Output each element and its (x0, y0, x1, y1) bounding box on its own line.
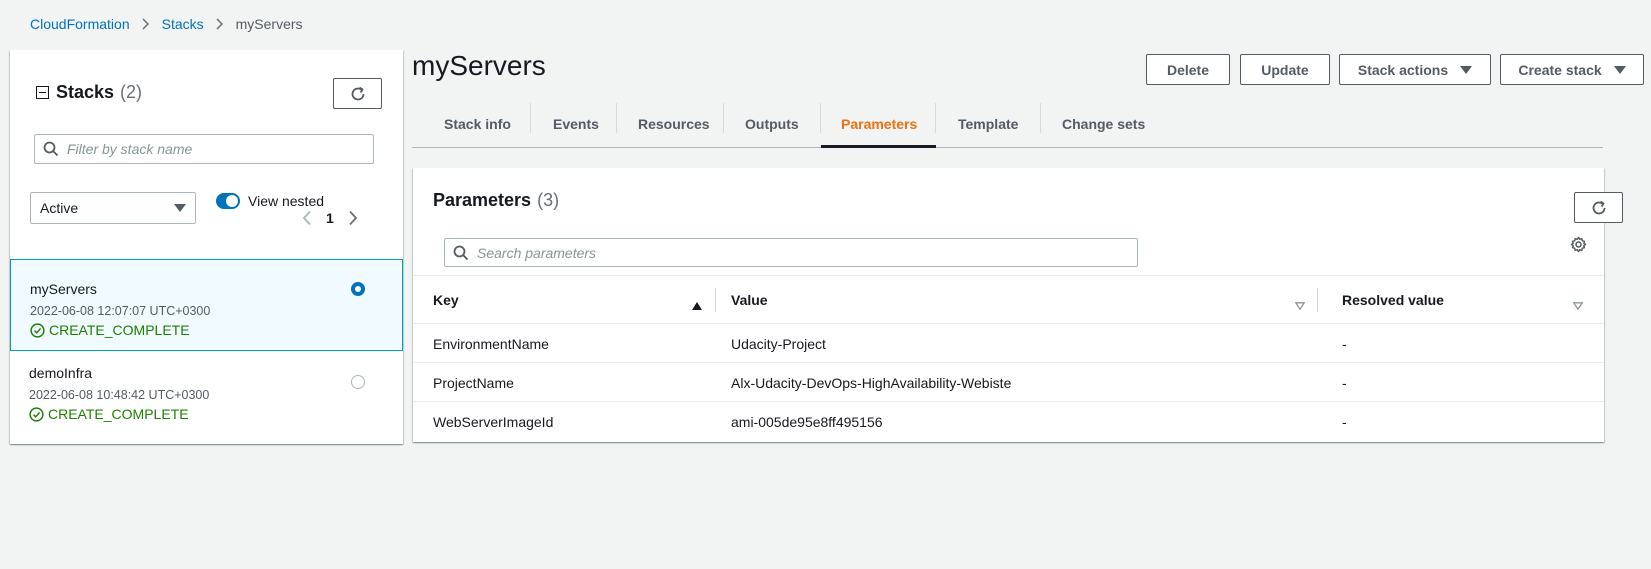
refresh-parameters-button[interactable] (1574, 192, 1623, 223)
stack-item-demoinfra[interactable]: demoInfra 2022-06-08 10:48:42 UTC+0300 C… (10, 351, 403, 443)
stacks-header: Stacks (2) (36, 82, 142, 103)
view-nested-toggle-group: View nested (216, 193, 324, 209)
search-icon (453, 245, 469, 260)
caret-down-icon (174, 204, 186, 212)
breadcrumb-stacks-link[interactable]: Stacks (162, 16, 204, 32)
chevron-right-icon (216, 18, 224, 30)
tab-events[interactable]: Events (553, 100, 599, 148)
stack-actions-button[interactable]: Stack actions (1339, 54, 1491, 85)
param-value: ami-005de95e8ff495156 (731, 413, 883, 430)
param-resolved-value: - (1342, 374, 1347, 391)
tab-divider (723, 103, 724, 133)
stack-status: CREATE_COMPLETE (29, 406, 189, 422)
success-check-icon (30, 322, 45, 338)
success-check-icon (29, 406, 44, 422)
refresh-icon (1592, 200, 1605, 214)
stacks-title: Stacks (56, 82, 115, 102)
sort-icon[interactable] (1572, 297, 1584, 313)
stack-radio-selected[interactable] (351, 282, 365, 296)
stack-actions-label: Stack actions (1357, 61, 1449, 78)
parameters-header: Parameters (3) (433, 188, 559, 212)
chevron-right-icon (142, 18, 150, 30)
column-header-resolved-value[interactable]: Resolved value (1342, 276, 1444, 324)
param-key: EnvironmentName (433, 335, 549, 352)
pagination: 1 (302, 208, 358, 228)
parameters-search-field[interactable] (444, 238, 1138, 267)
create-stack-label: Create stack (1518, 61, 1602, 78)
caret-down-icon (1613, 65, 1626, 74)
search-icon (43, 141, 59, 157)
tab-resources[interactable]: Resources (638, 100, 710, 148)
gear-icon[interactable] (1570, 236, 1587, 256)
collapse-icon[interactable] (36, 86, 49, 99)
tab-outputs[interactable]: Outputs (745, 100, 799, 148)
stack-status-text: CREATE_COMPLETE (49, 322, 190, 338)
stack-name[interactable]: demoInfra (29, 365, 92, 381)
param-key: WebServerImageId (433, 413, 554, 430)
page-title: myServers (412, 50, 546, 81)
previous-page-icon[interactable] (302, 210, 312, 226)
param-value: Alx-Udacity-DevOps-HighAvailability-Webi… (731, 374, 1012, 391)
breadcrumb-cloudformation-link[interactable]: CloudFormation (30, 16, 130, 32)
refresh-icon (351, 86, 364, 100)
tab-change-sets[interactable]: Change sets (1062, 100, 1145, 148)
stack-date: 2022-06-08 10:48:42 UTC+0300 (29, 388, 210, 402)
page-number[interactable]: 1 (326, 210, 334, 226)
parameters-title: Parameters (433, 189, 532, 210)
tab-divider (935, 103, 936, 133)
column-header-value[interactable]: Value (731, 276, 768, 324)
table-row: WebServerImageId ami-005de95e8ff495156 - (413, 402, 1604, 441)
caret-down-icon (1460, 65, 1473, 74)
update-button[interactable]: Update (1240, 54, 1330, 85)
stack-status: CREATE_COMPLETE (30, 322, 190, 338)
stacks-panel: Stacks (2) Active View nested 1 myServer… (10, 50, 403, 444)
param-value: Udacity-Project (731, 335, 826, 352)
delete-button[interactable]: Delete (1146, 54, 1230, 85)
parameters-panel: Parameters (3) Key Value (413, 168, 1623, 442)
tab-parameters[interactable]: Parameters (841, 100, 917, 148)
status-filter-value: Active (40, 200, 79, 216)
stack-name[interactable]: myServers (30, 281, 97, 297)
sort-icon[interactable] (1294, 297, 1306, 313)
tab-divider (616, 103, 617, 133)
next-page-icon[interactable] (348, 210, 358, 226)
view-nested-toggle[interactable] (216, 193, 240, 209)
refresh-stacks-button[interactable] (333, 78, 382, 109)
parameters-count: (3) (537, 189, 560, 210)
column-header-key[interactable]: Key (433, 276, 459, 324)
param-resolved-value: - (1342, 413, 1347, 430)
stack-filter-field[interactable] (34, 134, 374, 164)
table-row: ProjectName Alx-Udacity-DevOps-HighAvail… (413, 363, 1604, 402)
stack-date: 2022-06-08 12:07:07 UTC+0300 (30, 304, 211, 318)
table-header: Key Value Resolved value (413, 275, 1604, 324)
create-stack-button[interactable]: Create stack (1500, 54, 1644, 85)
stack-tabs: Stack info Events Resources Outputs Para… (412, 100, 1603, 148)
param-key: ProjectName (433, 374, 514, 391)
stack-filter-input[interactable] (67, 141, 364, 157)
stack-status-text: CREATE_COMPLETE (48, 406, 189, 422)
parameters-table: Key Value Resolved value EnvironmentName… (413, 275, 1604, 441)
tab-divider (820, 103, 821, 133)
stack-radio[interactable] (351, 375, 365, 389)
stack-item-myservers[interactable]: myServers 2022-06-08 12:07:07 UTC+0300 C… (10, 259, 403, 351)
tab-template[interactable]: Template (958, 100, 1018, 148)
breadcrumb: CloudFormation Stacks myServers (30, 14, 303, 34)
tab-divider (1040, 103, 1041, 133)
param-resolved-value: - (1342, 335, 1347, 352)
tab-divider (530, 103, 531, 133)
parameters-search-input[interactable] (477, 244, 1093, 261)
stacks-count: (2) (120, 82, 143, 102)
column-divider (1317, 288, 1318, 312)
status-filter-select[interactable]: Active (30, 192, 196, 224)
view-nested-label: View nested (248, 193, 325, 209)
active-tab-indicator (821, 145, 936, 148)
column-divider (715, 288, 716, 312)
table-row: EnvironmentName Udacity-Project - (413, 324, 1604, 363)
sort-ascending-icon[interactable] (692, 297, 702, 313)
tab-stack-info[interactable]: Stack info (444, 100, 511, 148)
breadcrumb-current: myServers (235, 16, 303, 32)
